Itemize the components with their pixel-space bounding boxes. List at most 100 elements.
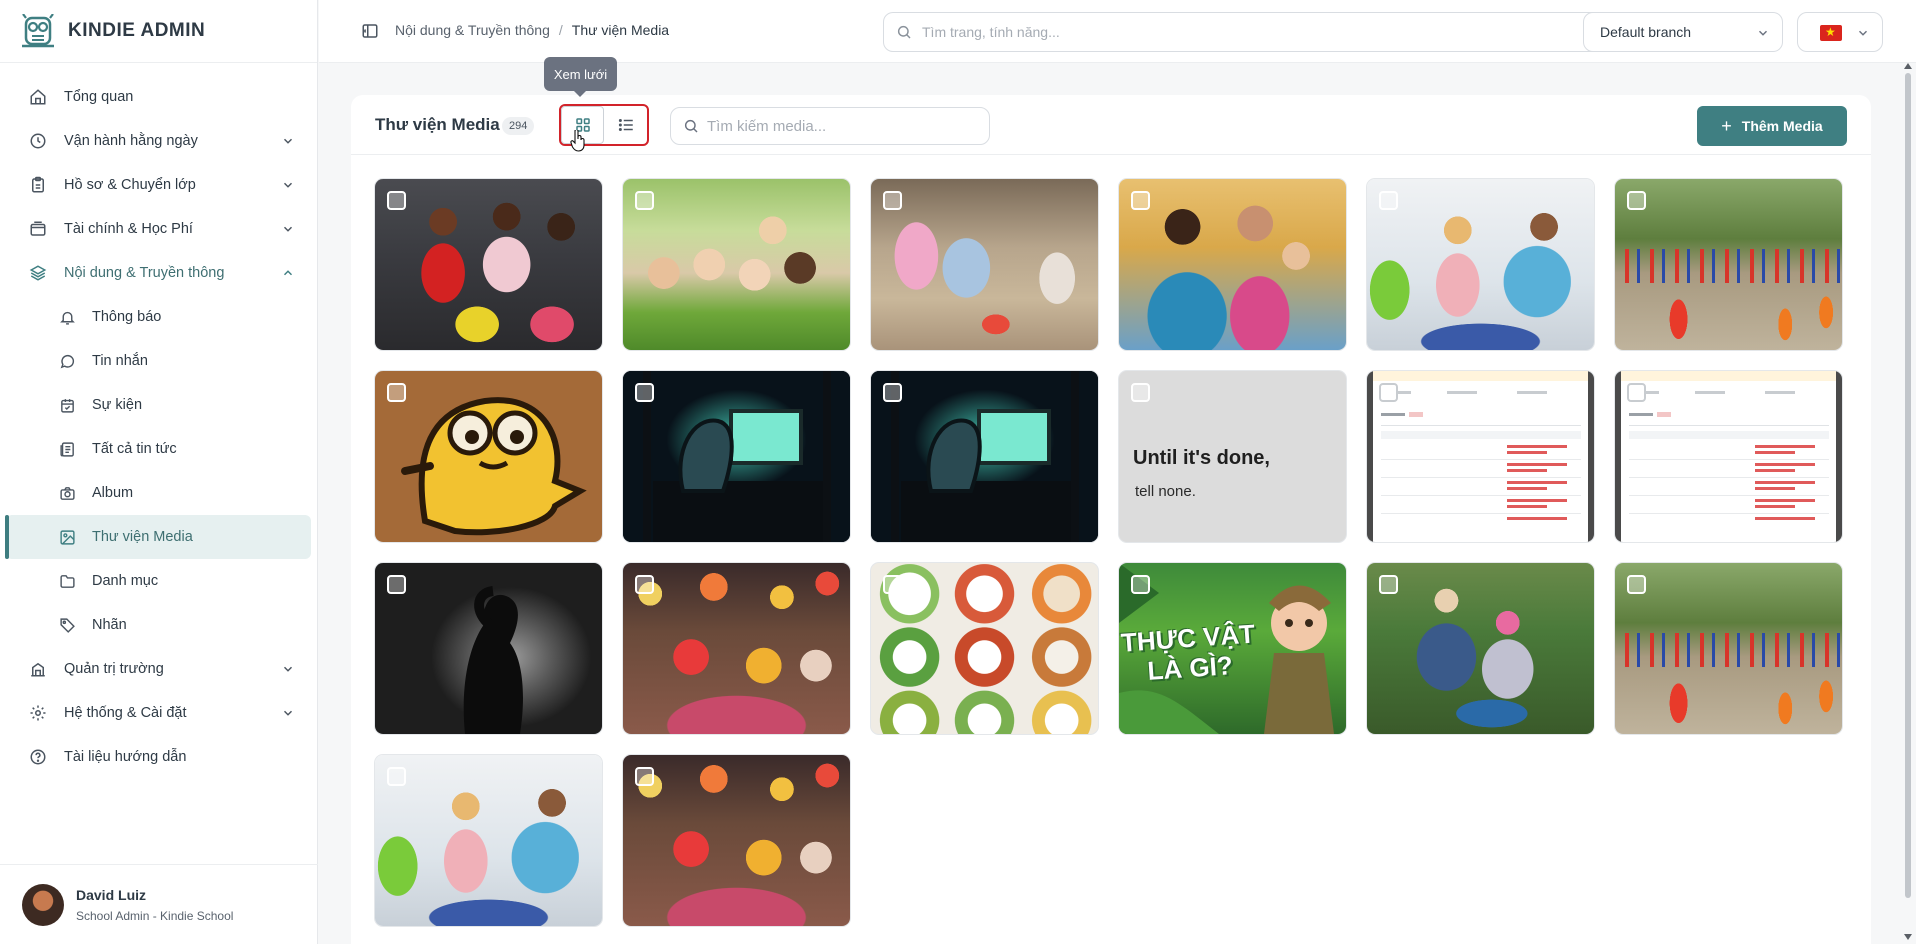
- scroll-up-icon[interactable]: [1904, 63, 1912, 69]
- sidebar-subitem-categories[interactable]: Danh mục: [6, 559, 311, 603]
- media-tile[interactable]: [1615, 371, 1842, 542]
- media-toolbar: Thư viện Media 294 Xem lưới Tìm kiếm med…: [351, 57, 1871, 155]
- sidebar-toggle-icon[interactable]: [361, 22, 379, 40]
- user-role: School Admin - Kindie School: [76, 908, 234, 923]
- media-tile[interactable]: THỰC VẬT LÀ GÌ?: [1119, 563, 1346, 734]
- user-name: David Luiz: [76, 886, 147, 903]
- media-tile[interactable]: [623, 179, 850, 350]
- photo-shapes: [375, 179, 602, 350]
- chevron-down-icon: [1758, 30, 1768, 36]
- media-tile[interactable]: [871, 563, 1098, 734]
- select-checkbox[interactable]: [387, 383, 406, 402]
- media-library-card: Thư viện Media 294 Xem lưới Tìm kiếm med…: [351, 57, 1871, 944]
- language-select[interactable]: [1797, 12, 1883, 52]
- sidebar-subitem-messages[interactable]: Tin nhắn: [6, 339, 311, 383]
- photo-hug-shapes: [1119, 179, 1346, 350]
- photo-food-plates: [871, 563, 1098, 734]
- sidebar-item-finance[interactable]: Tài chính & Học Phí: [0, 207, 317, 251]
- media-tile[interactable]: [1367, 179, 1594, 350]
- sidebar-item-label: Nhãn: [92, 617, 127, 633]
- sidebar-subitem-notifications[interactable]: Thông báo: [6, 295, 311, 339]
- sidebar-subitem-album[interactable]: Album: [6, 471, 311, 515]
- sidebar-subitem-news[interactable]: Tất cả tin tức: [6, 427, 311, 471]
- media-tile[interactable]: [1367, 563, 1594, 734]
- select-checkbox[interactable]: [1379, 575, 1398, 594]
- media-tile[interactable]: [375, 179, 602, 350]
- media-tile[interactable]: [623, 563, 850, 734]
- page-scrollbar[interactable]: [1900, 63, 1916, 944]
- media-tile[interactable]: [871, 371, 1098, 542]
- media-tile[interactable]: [375, 755, 602, 926]
- media-tile[interactable]: [1119, 179, 1346, 350]
- select-checkbox[interactable]: [1627, 383, 1646, 402]
- sidebar-item-daily-ops[interactable]: Vận hành hằng ngày: [0, 119, 317, 163]
- brand[interactable]: KINDIE ADMIN: [0, 0, 317, 63]
- select-checkbox[interactable]: [1131, 191, 1150, 210]
- media-grid: Until it's done, tell none. THỰC VẬT LÀ …: [375, 179, 1849, 926]
- select-checkbox[interactable]: [635, 383, 654, 402]
- sidebar-subitem-events[interactable]: Sự kiện: [6, 383, 311, 427]
- select-checkbox[interactable]: [387, 767, 406, 786]
- global-search-input[interactable]: Tìm trang, tính năng...: [883, 12, 1681, 52]
- yellow-dog-illustration-icon: [401, 397, 587, 536]
- media-tile[interactable]: [1367, 371, 1594, 542]
- select-checkbox[interactable]: [883, 575, 902, 594]
- sidebar-item-settings[interactable]: Hệ thống & Cài đặt: [0, 691, 317, 735]
- tag-icon: [58, 616, 76, 634]
- select-checkbox[interactable]: [635, 191, 654, 210]
- select-checkbox[interactable]: [635, 575, 654, 594]
- clipboard-icon: [28, 175, 48, 195]
- chat-icon: [58, 352, 76, 370]
- sidebar-subitem-media-library[interactable]: Thư viện Media: [5, 515, 311, 559]
- media-tile[interactable]: [623, 371, 850, 542]
- grid-view-tooltip: Xem lưới: [544, 57, 617, 97]
- breadcrumb-current: Thư viện Media: [571, 22, 670, 38]
- scrollbar-thumb[interactable]: [1905, 73, 1911, 898]
- breadcrumb-separator: /: [558, 22, 563, 38]
- sidebar-item-school-admin[interactable]: Quản trị trường: [0, 647, 317, 691]
- media-tile[interactable]: [375, 563, 602, 734]
- report-screenshot-icon: [1373, 371, 1588, 542]
- chevron-up-icon: [283, 270, 293, 276]
- owl-logo-icon: [22, 14, 54, 48]
- select-checkbox[interactable]: [1379, 191, 1398, 210]
- select-checkbox[interactable]: [1131, 383, 1150, 402]
- sidebar-item-docs[interactable]: Tài liệu hướng dẫn: [0, 735, 317, 779]
- media-search-input[interactable]: Tìm kiếm media...: [670, 107, 990, 145]
- chevron-down-icon: [283, 710, 293, 716]
- select-checkbox[interactable]: [1131, 575, 1150, 594]
- select-checkbox[interactable]: [883, 191, 902, 210]
- sidebar-item-label: Tài chính & Học Phí: [64, 221, 193, 237]
- photo-reading-shapes: [1367, 179, 1594, 350]
- branch-select[interactable]: Default branch: [1583, 12, 1783, 52]
- media-tile[interactable]: [1615, 179, 1842, 350]
- sidebar-item-overview[interactable]: Tổng quan: [0, 75, 317, 119]
- sidebar-subitem-tags[interactable]: Nhãn: [6, 603, 311, 647]
- select-checkbox[interactable]: [387, 575, 406, 594]
- sidebar-item-label: Hệ thống & Cài đặt: [64, 705, 187, 721]
- building-icon: [28, 659, 48, 679]
- chevron-down-icon: [283, 226, 293, 232]
- sidebar-item-label: Tất cả tin tức: [92, 441, 177, 457]
- select-checkbox[interactable]: [1627, 191, 1646, 210]
- breadcrumb-parent[interactable]: Nội dung & Truyền thông: [395, 22, 550, 38]
- sidebar-item-content[interactable]: Nội dung & Truyền thông: [0, 251, 317, 295]
- add-media-button[interactable]: + Thêm Media: [1697, 106, 1847, 146]
- select-checkbox[interactable]: [1627, 575, 1646, 594]
- scroll-down-icon[interactable]: [1904, 934, 1912, 940]
- sidebar-item-label: Tổng quan: [64, 89, 134, 105]
- media-tile[interactable]: Until it's done, tell none.: [1119, 371, 1346, 542]
- media-tile[interactable]: [1615, 563, 1842, 734]
- media-tile[interactable]: [623, 755, 850, 926]
- list-view-button[interactable]: [604, 106, 647, 144]
- media-tile[interactable]: [375, 371, 602, 542]
- select-checkbox[interactable]: [883, 383, 902, 402]
- select-checkbox[interactable]: [1379, 383, 1398, 402]
- media-tile[interactable]: [871, 179, 1098, 350]
- select-checkbox[interactable]: [635, 767, 654, 786]
- branch-select-value: Default branch: [1600, 24, 1692, 40]
- user-profile[interactable]: David Luiz School Admin - Kindie School: [0, 864, 318, 944]
- sidebar-item-records[interactable]: Hồ sơ & Chuyển lớp: [0, 163, 317, 207]
- plus-icon: +: [1721, 115, 1732, 136]
- select-checkbox[interactable]: [387, 191, 406, 210]
